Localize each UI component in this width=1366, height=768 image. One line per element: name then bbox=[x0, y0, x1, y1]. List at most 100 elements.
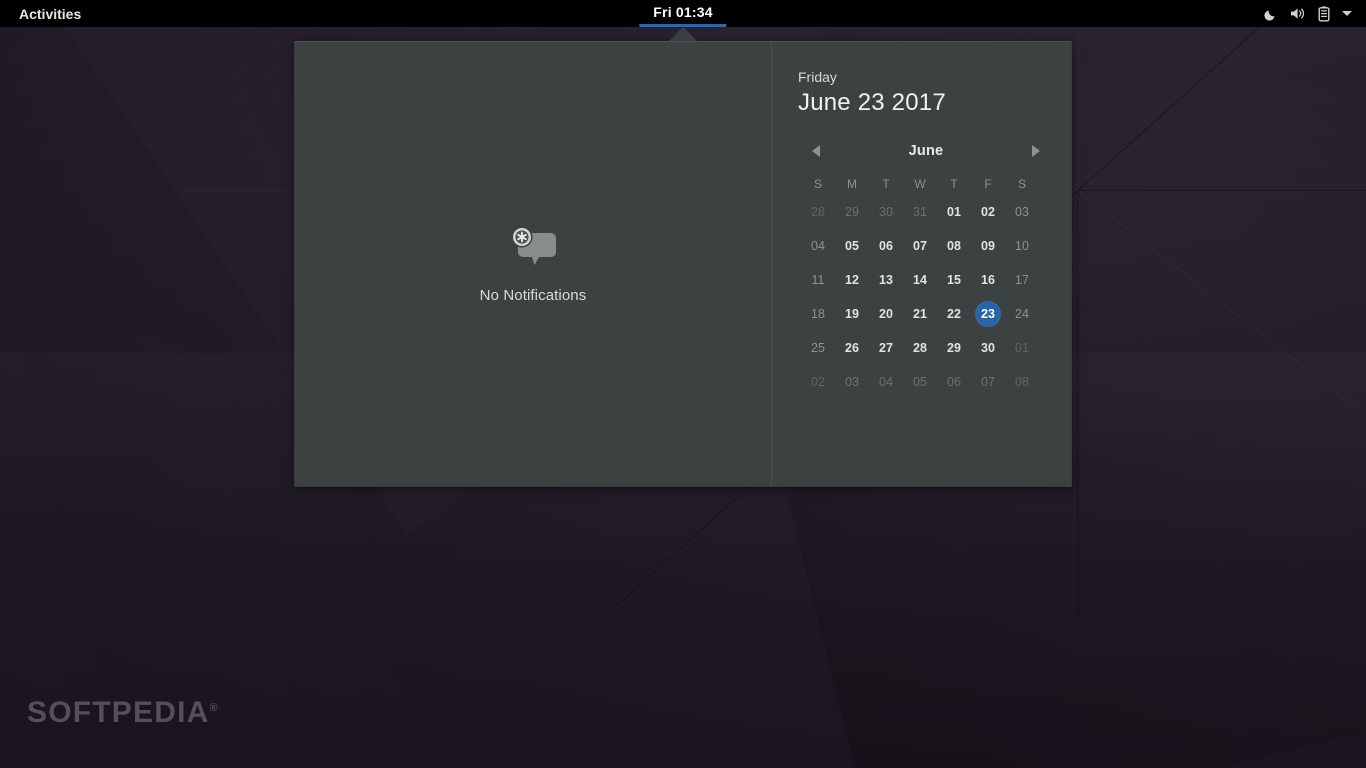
calendar-day[interactable]: 12 bbox=[835, 263, 869, 297]
calendar-dropdown-panel: No Notifications Friday June 23 2017 Jun… bbox=[294, 41, 1072, 487]
calendar-day-label: 28 bbox=[907, 335, 933, 361]
calendar-day[interactable]: 29 bbox=[937, 331, 971, 365]
volume-icon[interactable] bbox=[1290, 6, 1307, 21]
calendar-day[interactable]: 24 bbox=[1005, 297, 1039, 331]
calendar-day-label: 02 bbox=[805, 369, 831, 395]
calendar-day-header: S bbox=[801, 173, 835, 195]
calendar-day-label: 15 bbox=[941, 267, 967, 293]
calendar-weekday-label: Friday bbox=[798, 69, 1053, 87]
calendar-day[interactable]: 17 bbox=[1005, 263, 1039, 297]
calendar-day-label: 04 bbox=[805, 233, 831, 259]
calendar-day-label: 30 bbox=[873, 199, 899, 225]
calendar-day[interactable]: 11 bbox=[801, 263, 835, 297]
calendar-day[interactable]: 03 bbox=[835, 365, 869, 399]
calendar-area: Friday June 23 2017 June SMTWTFS28293031… bbox=[772, 42, 1071, 486]
calendar-day-label: 19 bbox=[839, 301, 865, 327]
calendar-day-header: T bbox=[869, 173, 903, 195]
calendar-day[interactable]: 30 bbox=[971, 331, 1005, 365]
calendar-day[interactable]: 02 bbox=[801, 365, 835, 399]
system-status-menu[interactable] bbox=[1258, 0, 1358, 27]
calendar-day[interactable]: 01 bbox=[937, 195, 971, 229]
no-notifications-icon bbox=[505, 225, 561, 273]
calendar-day-label: 05 bbox=[907, 369, 933, 395]
clock-label: Fri 01:34 bbox=[639, 0, 726, 20]
wallpaper-crease bbox=[1078, 190, 1366, 622]
calendar-day[interactable]: 04 bbox=[801, 229, 835, 263]
calendar-day-label: 22 bbox=[941, 301, 967, 327]
calendar-day-selected[interactable]: 23 bbox=[971, 297, 1005, 331]
calendar-day[interactable]: 27 bbox=[869, 331, 903, 365]
calendar-day[interactable]: 29 bbox=[835, 195, 869, 229]
calendar-day-label: 21 bbox=[907, 301, 933, 327]
softpedia-watermark: SOFTPEDIA® bbox=[27, 696, 218, 730]
chevron-down-icon[interactable] bbox=[1342, 11, 1352, 16]
calendar-day-label: 10 bbox=[1009, 233, 1035, 259]
calendar-day-label: 28 bbox=[805, 199, 831, 225]
calendar-day-label: 14 bbox=[907, 267, 933, 293]
next-month-button[interactable] bbox=[1026, 141, 1046, 161]
calendar-day[interactable]: 22 bbox=[937, 297, 971, 331]
calendar-day[interactable]: 26 bbox=[835, 331, 869, 365]
battery-icon[interactable] bbox=[1318, 6, 1330, 22]
calendar-day[interactable]: 15 bbox=[937, 263, 971, 297]
calendar-day[interactable]: 06 bbox=[937, 365, 971, 399]
calendar-day[interactable]: 21 bbox=[903, 297, 937, 331]
calendar-day[interactable]: 31 bbox=[903, 195, 937, 229]
calendar-day-label: 17 bbox=[1009, 267, 1035, 293]
calendar-day[interactable]: 02 bbox=[971, 195, 1005, 229]
calendar-day[interactable]: 07 bbox=[903, 229, 937, 263]
calendar-day-label: 06 bbox=[873, 233, 899, 259]
notification-list-area: No Notifications bbox=[295, 42, 772, 486]
clock-active-indicator bbox=[639, 24, 726, 27]
calendar-day-header: T bbox=[937, 173, 971, 195]
calendar-day-label: 12 bbox=[839, 267, 865, 293]
calendar-day-label: 16 bbox=[975, 267, 1001, 293]
calendar-day-label: 04 bbox=[873, 369, 899, 395]
calendar-day[interactable]: 05 bbox=[903, 365, 937, 399]
calendar-day-label: 08 bbox=[941, 233, 967, 259]
activities-button[interactable]: Activities bbox=[7, 0, 93, 27]
calendar-month-navigation: June bbox=[798, 141, 1053, 161]
calendar-day[interactable]: 04 bbox=[869, 365, 903, 399]
calendar-day[interactable]: 08 bbox=[937, 229, 971, 263]
calendar-day[interactable]: 30 bbox=[869, 195, 903, 229]
calendar-day[interactable]: 05 bbox=[835, 229, 869, 263]
clock-menu-button[interactable]: Fri 01:34 bbox=[639, 0, 726, 27]
calendar-day-label: 18 bbox=[805, 301, 831, 327]
calendar-day[interactable]: 25 bbox=[801, 331, 835, 365]
night-light-icon[interactable] bbox=[1264, 6, 1279, 21]
panel-pointer-arrow bbox=[669, 27, 697, 41]
calendar-day[interactable]: 20 bbox=[869, 297, 903, 331]
calendar-day-header: M bbox=[835, 173, 869, 195]
calendar-day[interactable]: 06 bbox=[869, 229, 903, 263]
calendar-day[interactable]: 03 bbox=[1005, 195, 1039, 229]
calendar-day[interactable]: 08 bbox=[1005, 365, 1039, 399]
calendar-day[interactable]: 19 bbox=[835, 297, 869, 331]
calendar-day[interactable]: 28 bbox=[903, 331, 937, 365]
calendar-day[interactable]: 13 bbox=[869, 263, 903, 297]
calendar-day-label: 03 bbox=[839, 369, 865, 395]
calendar-day-label: 08 bbox=[1009, 369, 1035, 395]
calendar-day-label: 05 bbox=[839, 233, 865, 259]
calendar-day-label: 29 bbox=[941, 335, 967, 361]
calendar-day-header: W bbox=[903, 173, 937, 195]
chevron-left-icon bbox=[812, 145, 820, 157]
calendar-day[interactable]: 01 bbox=[1005, 331, 1039, 365]
calendar-full-date-label: June 23 2017 bbox=[798, 88, 1053, 118]
calendar-day[interactable]: 07 bbox=[971, 365, 1005, 399]
calendar-day-label: 03 bbox=[1009, 199, 1035, 225]
calendar-day-label: 06 bbox=[941, 369, 967, 395]
calendar-day-label: 23 bbox=[975, 301, 1001, 327]
calendar-day[interactable]: 14 bbox=[903, 263, 937, 297]
prev-month-button[interactable] bbox=[806, 141, 826, 161]
calendar-day[interactable]: 28 bbox=[801, 195, 835, 229]
calendar-day[interactable]: 18 bbox=[801, 297, 835, 331]
calendar-day-label: 30 bbox=[975, 335, 1001, 361]
calendar-day[interactable]: 09 bbox=[971, 229, 1005, 263]
calendar-day[interactable]: 16 bbox=[971, 263, 1005, 297]
calendar-day[interactable]: 10 bbox=[1005, 229, 1039, 263]
calendar-day-label: 26 bbox=[839, 335, 865, 361]
wallpaper-crease bbox=[1078, 0, 1079, 191]
calendar-grid: SMTWTFS282930310102030405060708091011121… bbox=[798, 173, 1053, 399]
top-bar: Activities Fri 01:34 bbox=[0, 0, 1366, 27]
